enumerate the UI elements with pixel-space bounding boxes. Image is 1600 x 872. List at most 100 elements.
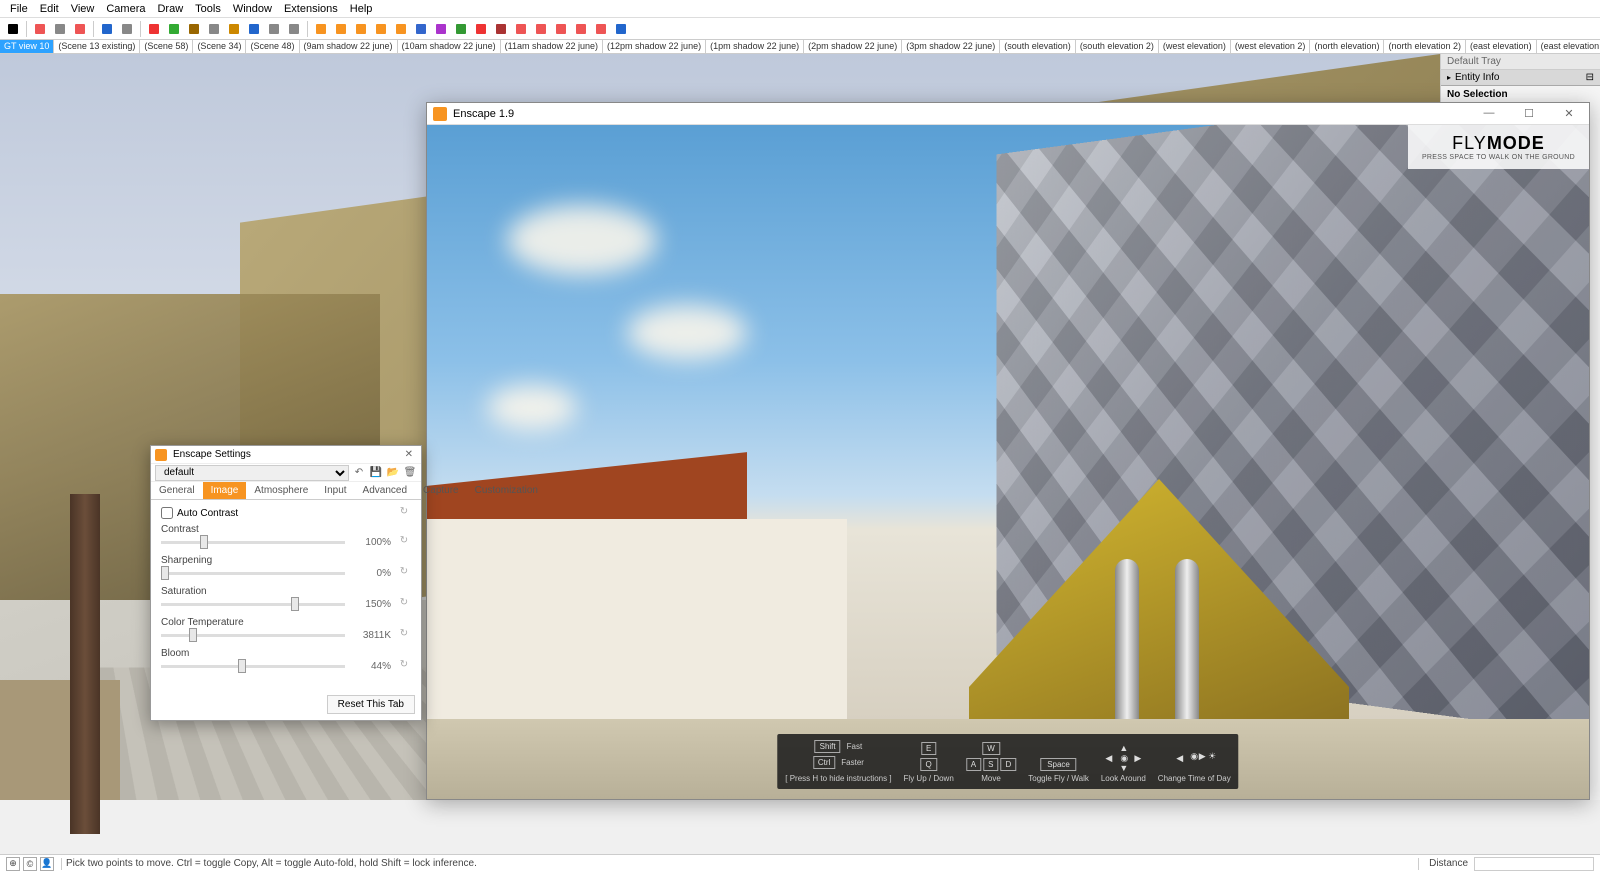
measurement-field[interactable] — [1474, 857, 1594, 871]
reset-icon[interactable]: ↻ — [397, 566, 411, 580]
scene-tab[interactable]: (3pm shadow 22 june) — [902, 40, 1000, 53]
scene-tab[interactable]: (10am shadow 22 june) — [398, 40, 501, 53]
scale-icon[interactable] — [185, 20, 203, 38]
claim-icon[interactable]: 👤 — [40, 857, 54, 871]
saturation-slider[interactable] — [161, 603, 345, 606]
scene-tab[interactable]: (west elevation 2) — [1231, 40, 1311, 53]
line-icon[interactable] — [51, 20, 69, 38]
settings-tab-image[interactable]: Image — [203, 482, 247, 499]
reset-tab-button[interactable]: Reset This Tab — [327, 695, 415, 714]
delete-icon[interactable]: 🗑 — [403, 466, 417, 480]
scene-tab[interactable]: (Scene 34) — [193, 40, 246, 53]
scene-tab[interactable]: (south elevation) — [1000, 40, 1076, 53]
credits-icon[interactable]: © — [23, 857, 37, 871]
menu-file[interactable]: File — [4, 1, 34, 17]
enscape-titlebar[interactable]: Enscape 1.9 — ☐ ✕ — [427, 103, 1589, 125]
settings-body: Auto Contrast ↻ Contrast100%↻Sharpening0… — [151, 500, 421, 689]
paint-icon[interactable] — [225, 20, 243, 38]
revert-icon[interactable]: ↶ — [352, 466, 366, 480]
menu-tools[interactable]: Tools — [189, 1, 227, 17]
scene-tab[interactable]: (north elevation) — [1310, 40, 1384, 53]
tray-section-entity-info[interactable]: ▸ Entity Info ⊟ — [1441, 70, 1600, 86]
rotate-icon[interactable] — [165, 20, 183, 38]
scene-tab[interactable]: (east elevation) — [1466, 40, 1537, 53]
enscape-upload-icon[interactable] — [552, 20, 570, 38]
eraser-icon[interactable] — [31, 20, 49, 38]
scene-tab[interactable]: (12pm shadow 22 june) — [603, 40, 706, 53]
maximize-button[interactable]: ☐ — [1515, 107, 1543, 120]
menu-help[interactable]: Help — [344, 1, 379, 17]
settings-tab-capture[interactable]: Capture — [415, 482, 467, 499]
close-button[interactable]: ✕ — [1555, 107, 1583, 120]
menu-view[interactable]: View — [65, 1, 101, 17]
enscape-live-icon[interactable] — [332, 20, 350, 38]
scene-tab[interactable]: (Scene 13 existing) — [54, 40, 140, 53]
open-icon[interactable]: 📂 — [386, 466, 400, 480]
menu-window[interactable]: Window — [227, 1, 278, 17]
move-icon[interactable] — [145, 20, 163, 38]
colortemp-slider[interactable] — [161, 634, 345, 637]
reset-icon[interactable]: ↻ — [397, 628, 411, 642]
orbit-icon[interactable] — [245, 20, 263, 38]
scene-tab[interactable]: (2pm shadow 22 june) — [804, 40, 902, 53]
settings-tab-advanced[interactable]: Advanced — [355, 482, 415, 499]
rect-icon[interactable] — [98, 20, 116, 38]
settings-titlebar[interactable]: Enscape Settings ✕ — [151, 446, 421, 464]
scene-tab[interactable]: (Scene 58) — [140, 40, 193, 53]
tape-icon[interactable] — [205, 20, 223, 38]
scene-tab[interactable]: (Scene 48) — [246, 40, 299, 53]
settings-tab-customization[interactable]: Customization — [467, 482, 546, 499]
close-button[interactable]: ✕ — [401, 449, 417, 460]
contrast-slider[interactable] — [161, 541, 345, 544]
enscape-exe-icon[interactable] — [532, 20, 550, 38]
scene-tab[interactable]: (north elevation 2) — [1384, 40, 1466, 53]
enscape-pano-icon[interactable] — [512, 20, 530, 38]
pin-icon[interactable]: ⊟ — [1586, 72, 1594, 83]
menu-draw[interactable]: Draw — [151, 1, 189, 17]
enscape-vr-icon[interactable] — [412, 20, 430, 38]
settings-tab-atmosphere[interactable]: Atmosphere — [246, 482, 316, 499]
enscape-mono-icon[interactable] — [472, 20, 490, 38]
scene-tab[interactable]: (1pm shadow 22 june) — [706, 40, 804, 53]
zoom-icon[interactable] — [285, 20, 303, 38]
select-icon[interactable] — [4, 20, 22, 38]
scene-tab[interactable]: (9am shadow 22 june) — [300, 40, 398, 53]
scene-tab[interactable]: (east elevation 2) — [1537, 40, 1600, 53]
reset-icon[interactable]: ↻ — [397, 659, 411, 673]
enscape-play-icon[interactable] — [312, 20, 330, 38]
enscape-settings-icon[interactable] — [392, 20, 410, 38]
reset-icon[interactable]: ↻ — [397, 506, 411, 520]
settings-tab-input[interactable]: Input — [316, 482, 354, 499]
enscape-about-icon[interactable] — [572, 20, 590, 38]
reset-icon[interactable]: ↻ — [397, 535, 411, 549]
reset-icon[interactable]: ↻ — [397, 597, 411, 611]
enscape-help-icon[interactable] — [612, 20, 630, 38]
shape-icon[interactable] — [71, 20, 89, 38]
enscape-batch-icon[interactable] — [452, 20, 470, 38]
menu-edit[interactable]: Edit — [34, 1, 65, 17]
sharpening-slider[interactable] — [161, 572, 345, 575]
pan-icon[interactable] — [265, 20, 283, 38]
auto-contrast-checkbox[interactable] — [161, 507, 173, 519]
tray-header[interactable]: Default Tray — [1441, 54, 1600, 70]
enscape-feedback-icon[interactable] — [592, 20, 610, 38]
settings-tab-general[interactable]: General — [151, 482, 203, 499]
contrast-label: Contrast — [161, 524, 411, 535]
menu-extensions[interactable]: Extensions — [278, 1, 344, 17]
enscape-sync-icon[interactable] — [352, 20, 370, 38]
bloom-slider[interactable] — [161, 665, 345, 668]
scene-tab[interactable]: (west elevation) — [1159, 40, 1231, 53]
enscape-views-icon[interactable] — [372, 20, 390, 38]
scene-tab[interactable]: GT view 10 — [0, 40, 54, 53]
scene-tab[interactable]: (south elevation 2) — [1076, 40, 1159, 53]
pushpull-icon[interactable] — [118, 20, 136, 38]
enscape-capture-icon[interactable] — [432, 20, 450, 38]
save-icon[interactable]: 💾 — [369, 466, 383, 480]
menu-camera[interactable]: Camera — [100, 1, 151, 17]
enscape-video-icon[interactable] — [492, 20, 510, 38]
geolocation-icon[interactable]: ⊕ — [6, 857, 20, 871]
enscape-viewport[interactable]: FLYMODE PRESS SPACE TO WALK ON THE GROUN… — [427, 125, 1589, 799]
minimize-button[interactable]: — — [1475, 107, 1503, 120]
preset-select[interactable]: default — [155, 465, 349, 481]
scene-tab[interactable]: (11am shadow 22 june) — [501, 40, 603, 53]
